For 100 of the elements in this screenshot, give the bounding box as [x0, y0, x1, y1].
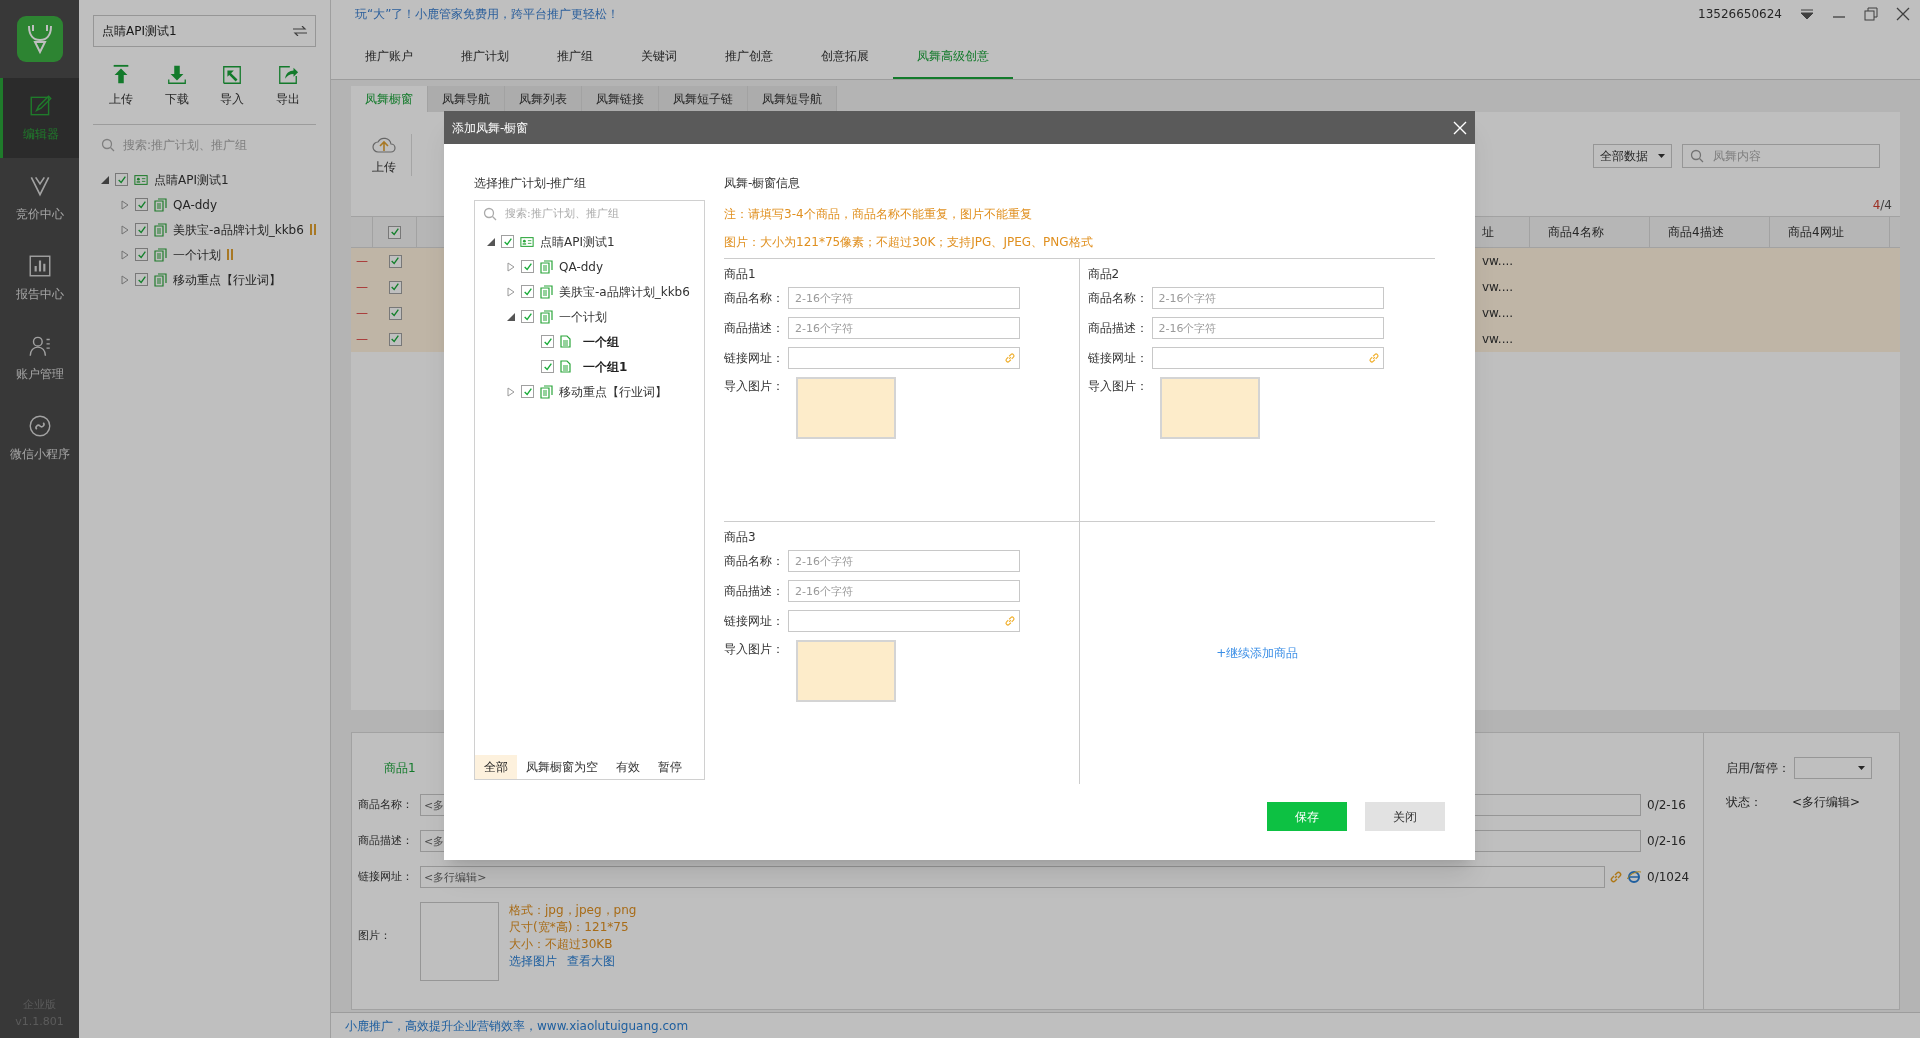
filter-tab[interactable]: 暂停 [649, 755, 691, 779]
collapsed-icon[interactable] [121, 249, 129, 260]
image-link[interactable]: 选择图片 [509, 953, 557, 970]
product-title: 商品1 [724, 266, 757, 279]
checkbox[interactable] [388, 225, 401, 239]
tree-search-field[interactable]: 搜索:推广计划、推广组 [505, 205, 696, 223]
input-field[interactable]: 2-16个字符 [1151, 317, 1384, 339]
checkbox[interactable] [521, 310, 534, 323]
checkbox[interactable] [521, 385, 534, 398]
upload-button[interactable]: 上传 [371, 134, 412, 176]
input-field[interactable] [788, 610, 1020, 632]
collapsed-icon[interactable] [507, 286, 515, 297]
tree-item[interactable]: 美肤宝-a品牌计划_kkb6 [559, 282, 690, 301]
row-marker: — [355, 305, 369, 322]
checkbox[interactable] [388, 280, 402, 294]
format-hint: 大小：不超过30KB [509, 936, 614, 953]
toolbar-button[interactable]: 导入 [220, 63, 245, 108]
nav-tab[interactable]: 推广组 [533, 35, 617, 79]
sub-tab[interactable]: 凤舞短子链 [659, 86, 748, 112]
sidebar-item[interactable]: 微信小程序 [0, 398, 79, 478]
input-field[interactable]: 2-16个字符 [788, 550, 1020, 572]
checkbox[interactable] [388, 254, 402, 268]
expanded-icon[interactable] [101, 175, 109, 184]
toolbar-button[interactable]: 导出 [276, 63, 301, 108]
checkbox[interactable] [521, 285, 534, 298]
row-marker: — [355, 331, 369, 348]
field-label: 商品名称： [358, 796, 414, 813]
documents-icon [540, 259, 553, 274]
tree-item[interactable]: 美肤宝-a品牌计划_kkb6 [173, 220, 304, 239]
checkbox[interactable] [388, 306, 402, 320]
nav-tab[interactable]: 推广创意 [701, 35, 797, 79]
tree-item[interactable]: QA-ddy [173, 195, 218, 214]
nav-tab[interactable]: 推广账户 [341, 35, 437, 79]
checkbox[interactable] [541, 360, 554, 373]
sub-tab[interactable]: 凤舞链接 [582, 86, 659, 112]
nav-tab[interactable]: 推广计划 [437, 35, 533, 79]
checkbox[interactable] [135, 248, 148, 261]
tree-item[interactable]: 移动重点【行业词】 [559, 382, 667, 401]
nav-tab[interactable]: 关键词 [617, 35, 701, 79]
input-field[interactable]: 2-16个字符 [788, 287, 1020, 309]
column-header: 商品4网址 [1770, 217, 1890, 247]
tree-search-field[interactable]: 搜索:推广计划、推广组 [123, 136, 308, 154]
account-selector[interactable]: 点睛API测试1 [93, 15, 316, 47]
collapsed-icon[interactable] [121, 224, 129, 235]
sidebar-item[interactable]: 竞价中心 [0, 158, 79, 238]
tree-item[interactable]: 点睛API测试1 [154, 170, 229, 189]
tree-item[interactable]: 点睛API测试1 [540, 232, 615, 251]
sub-tab[interactable]: 凤舞短导航 [748, 86, 837, 112]
dialog-button[interactable]: 关闭 [1365, 802, 1445, 831]
sidebar-item[interactable]: 账户管理 [0, 318, 79, 398]
filter-tab[interactable]: 有效 [607, 755, 649, 779]
tree-item[interactable]: 一个计划 [559, 307, 607, 326]
close-icon[interactable] [1896, 6, 1910, 21]
input-field[interactable] [1151, 347, 1384, 369]
sub-tab[interactable]: 凤舞列表 [505, 86, 582, 112]
collapsed-icon[interactable] [121, 199, 129, 210]
image-placeholder[interactable] [420, 902, 499, 981]
checkbox[interactable] [501, 235, 514, 248]
sidebar-item[interactable]: 报告中心 [0, 238, 79, 318]
tree-item[interactable]: 一个计划 [173, 245, 221, 264]
tree-item[interactable]: 一个组 [583, 332, 619, 351]
input-field[interactable]: 2-16个字符 [788, 580, 1020, 602]
restore-icon[interactable] [1864, 6, 1878, 21]
expanded-icon[interactable] [507, 312, 515, 321]
input-field[interactable]: 2-16个字符 [1151, 287, 1384, 309]
tree-item[interactable]: 一个组1 [583, 357, 628, 376]
dropdown-icon[interactable] [1800, 6, 1814, 21]
checkbox[interactable] [388, 332, 402, 346]
filter-tab[interactable]: 凤舞橱窗为空 [517, 755, 607, 779]
checkbox[interactable] [135, 273, 148, 286]
add-product-link[interactable]: +继续添加商品 [1216, 644, 1299, 662]
filter-tab[interactable]: 全部 [475, 755, 517, 779]
status-dropdown[interactable] [1794, 757, 1873, 779]
dialog-title: 添加凤舞-橱窗 [452, 119, 529, 137]
documents-icon [154, 197, 167, 212]
checkbox[interactable] [135, 198, 148, 211]
image-link[interactable]: 查看大图 [567, 953, 615, 970]
tree-item[interactable]: QA-ddy [559, 257, 604, 276]
checkbox[interactable] [541, 335, 554, 348]
collapsed-icon[interactable] [507, 386, 515, 397]
product-title: 商品3 [724, 529, 757, 542]
link-icon [1609, 870, 1623, 884]
toolbar-button[interactable]: 下载 [164, 63, 189, 108]
checkbox[interactable] [115, 173, 128, 186]
expanded-icon[interactable] [487, 237, 495, 246]
checkbox[interactable] [135, 223, 148, 236]
table-cell-text: vw.... [1482, 253, 1515, 270]
checkbox[interactable] [521, 260, 534, 273]
collapsed-icon[interactable] [507, 261, 515, 272]
sub-tab[interactable]: 凤舞导航 [428, 86, 505, 112]
filter-dropdown[interactable]: 全部数据 [1593, 144, 1672, 168]
nav-tab[interactable]: 创意拓展 [797, 35, 893, 79]
input-field[interactable]: 2-16个字符 [788, 317, 1020, 339]
tree-item[interactable]: 移动重点【行业词】 [173, 270, 281, 289]
input-field[interactable] [788, 347, 1020, 369]
toolbar-button[interactable]: 上传 [108, 63, 133, 108]
search-field[interactable]: 凤舞内容 [1682, 144, 1880, 168]
input-field[interactable]: <多行编辑> [420, 866, 1605, 888]
collapsed-icon[interactable] [121, 274, 129, 285]
import-icon [221, 63, 244, 86]
